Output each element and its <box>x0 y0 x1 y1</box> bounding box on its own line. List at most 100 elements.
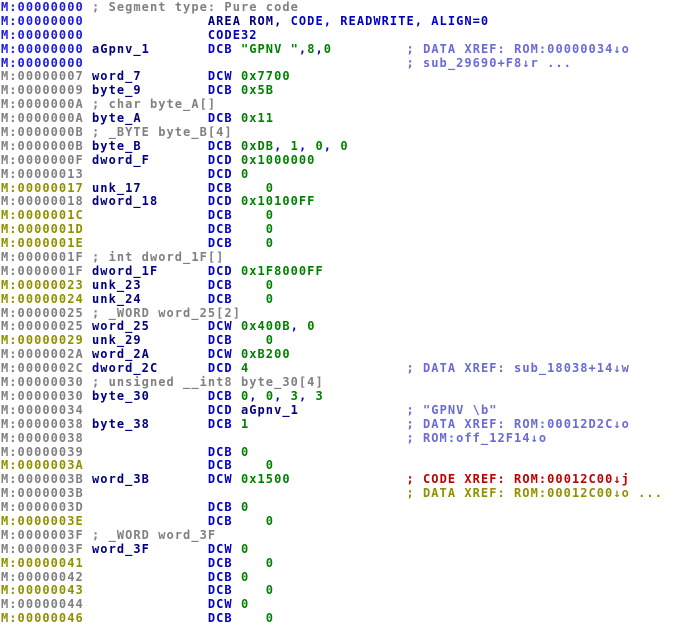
data-value: 0 <box>316 139 324 153</box>
listing-line[interactable]: M:0000002C dword_2C DCD 4 ; DATA XREF: s… <box>1 362 695 376</box>
data-value: 0 <box>233 236 274 250</box>
listing-line[interactable]: M:0000000F dword_F DCD 0x1000000 <box>1 154 695 168</box>
listing-line[interactable]: M:00000013 DCD 0 <box>1 168 695 182</box>
listing-line[interactable]: M:00000041 DCB 0 <box>1 557 695 571</box>
listing-line[interactable]: M:0000001D DCB 0 <box>1 223 695 237</box>
symbol-name: unk_17 <box>84 181 208 195</box>
listing-line[interactable]: M:00000029 unk_29 DCB 0 <box>1 334 695 348</box>
symbol-name: aGpnv_1 <box>84 42 208 56</box>
listing-line[interactable]: M:0000000B ; _BYTE byte_B[4] <box>1 126 695 140</box>
symbol-name: AREA ROM, <box>84 14 283 28</box>
address-prefix: M:0000003D <box>1 500 84 514</box>
listing-line[interactable]: M:0000003B word_3B DCW 0x1500 ; CODE XRE… <box>1 473 695 487</box>
address-prefix: M:0000000B <box>1 125 84 139</box>
directive-keyword: DCB <box>84 458 233 472</box>
listing-line[interactable]: M:00000000 ; Segment type: Pure code <box>1 1 695 15</box>
listing-line[interactable]: M:0000003E DCB 0 <box>1 515 695 529</box>
listing-line[interactable]: M:00000039 DCB 0 <box>1 446 695 460</box>
xref-comment: ; DATA XREF: ROM:00012D2C↓o <box>249 417 630 431</box>
listing-line[interactable]: M:0000001F dword_1F DCD 0x1F8000FF <box>1 265 695 279</box>
address-prefix: M:0000000F <box>1 153 84 167</box>
symbol-name: word_3B <box>84 472 208 486</box>
listing-line[interactable]: M:00000043 DCB 0 <box>1 584 695 598</box>
symbol-name: aGpnv_1 <box>241 403 299 417</box>
directive-keyword: DCB <box>208 417 241 431</box>
listing-line[interactable]: M:00000000 AREA ROM, CODE, READWRITE, AL… <box>1 15 695 29</box>
disassembly-listing[interactable]: M:00000000 ; Segment type: Pure codeM:00… <box>0 0 695 626</box>
data-value: 0 <box>233 208 274 222</box>
directive-keyword: , <box>249 389 266 403</box>
listing-line[interactable]: M:00000034 DCD aGpnv_1 ; "GPNV \b" <box>1 404 695 418</box>
data-value: 0 <box>241 500 249 514</box>
listing-line[interactable]: M:0000000B byte_B DCB 0xDB, 1, 0, 0 <box>1 140 695 154</box>
listing-line[interactable]: M:0000001E DCB 0 <box>1 237 695 251</box>
address-prefix: M:00000038 <box>1 431 84 445</box>
listing-line[interactable]: M:00000030 ; unsigned __int8 byte_30[4] <box>1 376 695 390</box>
symbol-name: dword_F <box>84 153 208 167</box>
address-prefix: M:00000025 <box>1 306 84 320</box>
data-value: 0 <box>241 167 249 181</box>
listing-line[interactable]: M:00000046 DCB 0 <box>1 612 695 626</box>
listing-line[interactable]: M:00000024 unk_24 DCB 0 <box>1 293 695 307</box>
data-value: 1 <box>291 139 299 153</box>
comment: ; unsigned __int8 byte_30[4] <box>84 375 324 389</box>
directive-keyword: DCW <box>208 69 241 83</box>
directive-keyword: DCB <box>84 208 233 222</box>
directive-keyword: DCB <box>208 111 241 125</box>
listing-line[interactable]: M:00000025 ; _WORD word_25[2] <box>1 307 695 321</box>
address-prefix: M:0000000A <box>1 97 84 111</box>
listing-line[interactable]: M:0000003A DCB 0 <box>1 459 695 473</box>
listing-line[interactable]: M:00000044 DCW 0 <box>1 598 695 612</box>
symbol-name: unk_29 <box>84 333 208 347</box>
address-prefix: M:0000003F <box>1 528 84 542</box>
listing-line[interactable]: M:00000000 ; sub_29690+F8↓r ... <box>1 57 695 71</box>
address-prefix: M:0000001C <box>1 208 84 222</box>
address-prefix: M:0000002C <box>1 361 84 375</box>
data-value: 0 <box>307 319 315 333</box>
listing-line[interactable]: M:0000003B ; DATA XREF: ROM:00012C00↓o .… <box>1 487 695 501</box>
listing-line[interactable]: M:0000000A ; char byte_A[] <box>1 98 695 112</box>
directive-keyword: , <box>299 42 307 56</box>
listing-line[interactable]: M:00000000 CODE32 <box>1 29 695 43</box>
listing-line[interactable]: M:00000018 dword_18 DCD 0x10100FF <box>1 195 695 209</box>
listing-line[interactable]: M:00000000 aGpnv_1 DCB "GPNV ",8,0 ; DAT… <box>1 43 695 57</box>
directive-keyword: DCD <box>84 167 241 181</box>
listing-line[interactable]: M:00000038 ; ROM:off_12F14↓o <box>1 432 695 446</box>
address-prefix: M:00000044 <box>1 597 84 611</box>
address-prefix: M:00000013 <box>1 167 84 181</box>
comment: ; char byte_A[] <box>84 97 216 111</box>
listing-line[interactable]: M:00000025 word_25 DCW 0x400B, 0 <box>1 320 695 334</box>
listing-line[interactable]: M:00000042 DCB 0 <box>1 571 695 585</box>
address-prefix: M:00000000 <box>1 0 84 14</box>
listing-line[interactable]: M:0000002A word_2A DCW 0xB200 <box>1 348 695 362</box>
listing-line[interactable]: M:0000001C DCB 0 <box>1 209 695 223</box>
data-value: 0 <box>233 458 274 472</box>
listing-line[interactable]: M:00000023 unk_23 DCB 0 <box>1 279 695 293</box>
listing-line[interactable]: M:00000038 byte_38 DCB 1 ; DATA XREF: RO… <box>1 418 695 432</box>
symbol-name: dword_1F <box>84 264 208 278</box>
symbol-name: dword_2C <box>84 361 208 375</box>
xref-comment: ; DATA XREF: sub_18038+14↓w <box>249 361 630 375</box>
address-prefix: M:00000034 <box>1 403 84 417</box>
data-value: 0x1F8000FF <box>241 264 324 278</box>
address-prefix: M:00000030 <box>1 375 84 389</box>
address-prefix: M:00000000 <box>1 14 84 28</box>
listing-line[interactable]: M:0000003D DCB 0 <box>1 501 695 515</box>
listing-line[interactable]: M:0000003F word_3F DCW 0 <box>1 543 695 557</box>
listing-line[interactable]: M:00000007 word_7 DCW 0x7700 <box>1 70 695 84</box>
data-value: 0 <box>233 583 274 597</box>
directive-keyword: DCB <box>84 222 233 236</box>
listing-line[interactable]: M:0000003F ; _WORD word_3F <box>1 529 695 543</box>
listing-line[interactable]: M:0000000A byte_A DCB 0x11 <box>1 112 695 126</box>
address-prefix: M:00000000 <box>1 56 84 70</box>
directive-keyword: DCB <box>208 278 233 292</box>
directive-keyword: DCW <box>208 347 241 361</box>
listing-line[interactable]: M:00000030 byte_30 DCB 0, 0, 3, 3 <box>1 390 695 404</box>
listing-line[interactable]: M:00000009 byte_9 DCB 0x5B <box>1 84 695 98</box>
listing-line[interactable]: M:0000001F ; int dword_1F[] <box>1 251 695 265</box>
directive-keyword: , <box>299 139 316 153</box>
address-prefix: M:00000017 <box>1 181 84 195</box>
listing-line[interactable]: M:00000017 unk_17 DCB 0 <box>1 182 695 196</box>
address-prefix: M:0000001F <box>1 264 84 278</box>
comment: ; int dword_1F[] <box>84 250 225 264</box>
